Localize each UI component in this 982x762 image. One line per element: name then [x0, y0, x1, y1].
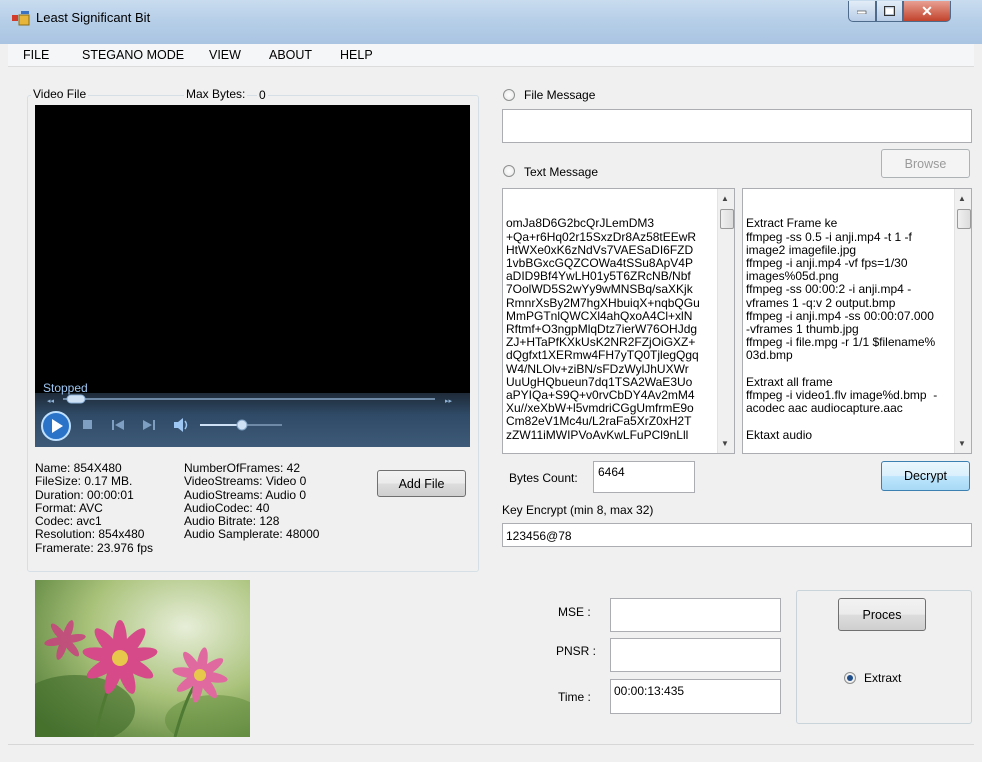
max-bytes-value: 0 [257, 88, 268, 102]
info-name: Name: 854X480 [35, 461, 122, 475]
scroll-down-icon[interactable]: ▼ [721, 437, 729, 450]
info-video-streams: VideoStreams: Video 0 [184, 474, 307, 489]
info-codec: Codec: avc1 [35, 514, 102, 529]
maximize-button[interactable] [876, 1, 903, 22]
info-framerate: Framerate: 23.976 fps [35, 540, 154, 555]
file-info-right: NumberOfFrames: 42 VideoStreams: Video 0… [184, 461, 320, 542]
next-icon[interactable] [142, 419, 156, 431]
text-message-radio[interactable] [503, 165, 515, 177]
menu-bar: FILE STEGANO MODE VIEW ABOUT HELP [8, 44, 974, 67]
maximize-icon [884, 6, 895, 16]
menu-about[interactable]: ABOUT [269, 48, 312, 62]
info-audio-samplerate: Audio Samplerate: 48000 [184, 527, 320, 542]
minimize-button[interactable] [848, 1, 876, 22]
video-file-group-label: Video File [31, 87, 89, 101]
key-encrypt-label: Key Encrypt (min 8, max 32) [502, 503, 654, 517]
max-bytes-label: Max Bytes: [184, 87, 248, 101]
notes-line: Ektaxt audio [746, 427, 813, 442]
ciphertext-line: zZW11iMWIPVoAvKwLFuPCl9nLll [506, 427, 689, 442]
file-message-radio[interactable] [503, 89, 515, 101]
ciphertext-textarea[interactable]: omJa8D6G2bcQrJLemDM3 +Qa+r6Hq02r15SxzDr8A… [502, 188, 735, 454]
notes-textarea[interactable]: Extract Frame ke ffmpeg -ss 0.5 -i anji.m… [742, 188, 972, 454]
ciphertext-line: +Qa+r6Hq02r15SxzDr8Az58tEEwR [506, 229, 697, 244]
volume-icon[interactable] [173, 417, 191, 433]
scroll-thumb[interactable] [957, 209, 971, 229]
pnsr-field[interactable] [610, 638, 781, 672]
notes-line: 03d.bmp [746, 348, 793, 363]
extract-radio[interactable] [844, 672, 856, 684]
ciphertext-scrollbar[interactable]: ▲ ▼ [717, 189, 734, 453]
notes-line: ffmpeg -ss 0.5 -i anji.mp4 -t 1 -f [746, 229, 912, 244]
key-encrypt-input[interactable]: 123456@78 [502, 523, 972, 547]
frame-thumbnail-image [35, 580, 250, 737]
decrypt-button[interactable]: Decrypt [881, 461, 970, 491]
mse-label: MSE : [558, 605, 591, 619]
browse-button[interactable]: Browse [881, 149, 970, 178]
menu-stegano-mode[interactable]: STEGANO MODE [82, 48, 184, 62]
menu-file[interactable]: FILE [23, 48, 49, 62]
app-icon [12, 11, 30, 26]
scroll-thumb[interactable] [720, 209, 734, 229]
notes-line: Extract Frame ke [746, 216, 838, 231]
notes-line: vframes 1 -q:v 2 output.bmp [746, 295, 896, 310]
ciphertext-line: W4/NLOlv+ziBN/sFDzWylJhUXWr [506, 361, 689, 376]
notes-content: Extract Frame ke ffmpeg -ss 0.5 -i anji.m… [746, 216, 969, 442]
scroll-down-icon[interactable]: ▼ [958, 437, 966, 450]
app-window: Least Significant Bit ✕ FILE STEGANO MOD… [0, 0, 982, 762]
menu-help[interactable]: HELP [340, 48, 373, 62]
mse-field[interactable] [610, 598, 781, 632]
menu-view[interactable]: VIEW [209, 48, 241, 62]
info-audio-bitrate: Audio Bitrate: 128 [184, 514, 280, 529]
notes-line [746, 363, 969, 376]
time-field[interactable]: 00:00:13:435 [610, 679, 781, 714]
add-file-button[interactable]: Add File [377, 470, 466, 497]
info-audio-codec: AudioCodec: 40 [184, 500, 270, 515]
ciphertext-line: omJa8D6G2bcQrJLemDM3 [506, 216, 655, 231]
minimize-icon [857, 10, 867, 14]
file-message-label: File Message [524, 88, 596, 102]
notes-line: acodec aac audiocapture.aac [746, 401, 903, 416]
proces-button[interactable]: Proces [838, 598, 926, 631]
info-resolution: Resolution: 854x480 [35, 527, 145, 542]
ciphertext-line: Cm82eV1Mc4u/L2raFa5XrZ0xH2T [506, 414, 692, 429]
ciphertext-line: dQgfxt1XERmw4FH7yTQ0TjlegQgq [506, 348, 699, 363]
window-title: Least Significant Bit [36, 10, 151, 25]
ciphertext-line: RmnrXsBy2M7hgXHbuiqX+nqbQGu [506, 295, 700, 310]
stop-icon[interactable] [83, 420, 93, 430]
close-icon: ✕ [921, 2, 933, 19]
notes-line: ffmpeg -ss 00:00:2 -i anji.mp4 - [746, 282, 912, 297]
info-format: Format: AVC [35, 500, 103, 515]
svg-text:◂◂: ◂◂ [47, 397, 55, 405]
close-button[interactable]: ✕ [903, 1, 951, 22]
scroll-up-icon[interactable]: ▲ [958, 192, 966, 205]
scroll-up-icon[interactable]: ▲ [721, 192, 729, 205]
info-audio-streams: AudioStreams: Audio 0 [184, 487, 307, 502]
extract-label: Extraxt [864, 671, 902, 685]
title-bar: Least Significant Bit ✕ [0, 0, 982, 44]
file-info-left: Name: 854X480 FileSize: 0.17 MB. Duratio… [35, 461, 154, 555]
info-number-of-frames: NumberOfFrames: 42 [184, 461, 301, 475]
info-filesize: FileSize: 0.17 MB. [35, 474, 133, 489]
play-icon[interactable] [40, 410, 72, 442]
volume-slider[interactable] [200, 418, 285, 432]
info-duration: Duration: 00:00:01 [35, 487, 134, 502]
notes-scrollbar[interactable]: ▲ ▼ [954, 189, 971, 453]
bytes-count-label: Bytes Count: [509, 471, 578, 485]
svg-text:▸▸: ▸▸ [445, 397, 453, 405]
file-message-input[interactable] [502, 109, 972, 143]
ciphertext-line: 7OolWD5S2wYy9wMNSBq/saXKjk [506, 282, 693, 297]
pnsr-label: PNSR : [556, 644, 597, 658]
text-message-label: Text Message [524, 165, 599, 179]
time-label: Time : [558, 690, 591, 704]
previous-icon[interactable] [112, 419, 126, 431]
media-player-controls: Stopped ◂◂ ▸▸ [35, 381, 470, 447]
notes-line [746, 415, 969, 428]
ciphertext-content: omJa8D6G2bcQrJLemDM3 +Qa+r6Hq02r15SxzDr8A… [506, 216, 732, 442]
status-strip [8, 744, 974, 753]
bytes-count-field[interactable]: 6464 [593, 461, 695, 493]
